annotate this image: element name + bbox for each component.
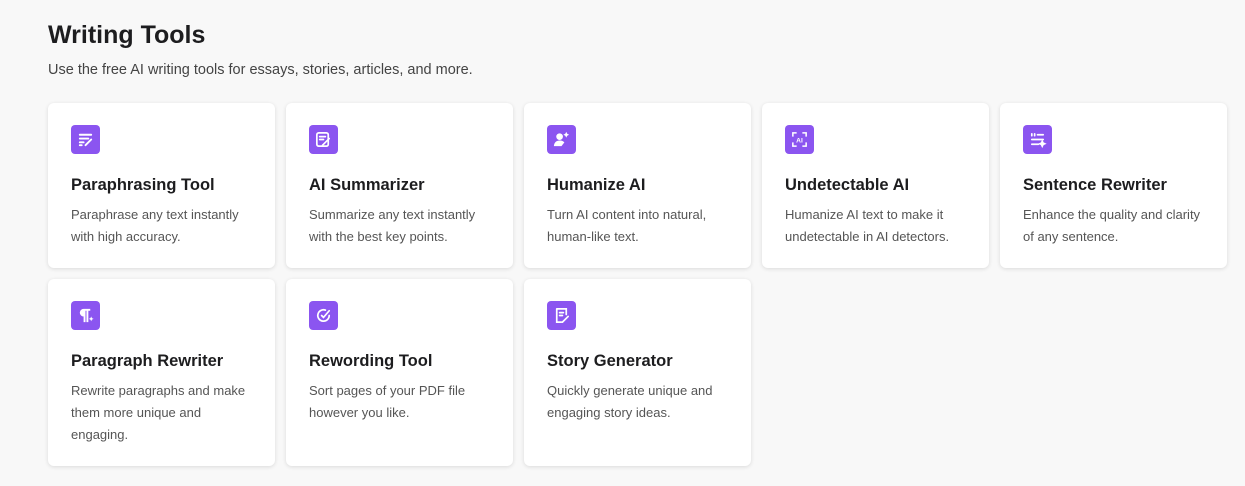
page-title: Writing Tools	[48, 21, 206, 49]
tool-card-story-generator[interactable]: Story Generator Quickly generate unique …	[524, 279, 751, 466]
tool-description: Rewrite paragraphs and make them more un…	[71, 383, 246, 442]
tool-card-undetectable[interactable]: AI Undetectable AI Humanize AI text to m…	[762, 103, 989, 268]
humanize-icon	[547, 125, 576, 154]
svg-text:AI: AI	[796, 137, 803, 144]
paraphrase-icon	[71, 125, 100, 154]
tool-card-paragraph-rewriter[interactable]: Paragraph Rewriter Rewrite paragraphs an…	[48, 279, 275, 466]
tool-title: Paraphrasing Tool	[71, 176, 215, 194]
tool-card-rewording[interactable]: Rewording Tool Sort pages of your PDF fi…	[286, 279, 513, 466]
tool-title: AI Summarizer	[309, 176, 425, 194]
story-icon	[547, 301, 576, 330]
tool-title: Story Generator	[547, 352, 673, 370]
tool-description: Sort pages of your PDF file however you …	[309, 383, 466, 420]
summarizer-icon	[309, 125, 338, 154]
tool-description: Humanize AI text to make it undetectable…	[785, 207, 950, 244]
tool-card-summarizer[interactable]: AI Summarizer Summarize any text instant…	[286, 103, 513, 268]
tool-card-humanize[interactable]: Humanize AI Turn AI content into natural…	[524, 103, 751, 268]
paragraph-icon	[71, 301, 100, 330]
reword-icon	[309, 301, 338, 330]
tool-description: Enhance the quality and clarity of any s…	[1023, 207, 1201, 244]
tool-card-sentence-rewriter[interactable]: Sentence Rewriter Enhance the quality an…	[1000, 103, 1227, 268]
tool-title: Rewording Tool	[309, 352, 433, 370]
header: Writing Tools Use the free AI writing to…	[48, 18, 473, 80]
tool-title: Sentence Rewriter	[1023, 176, 1167, 194]
tool-title: Paragraph Rewriter	[71, 352, 224, 370]
tools-grid: Paraphrasing Tool Paraphrase any text in…	[48, 103, 1227, 466]
ai-scan-icon: AI	[785, 125, 814, 154]
page-subtitle: Use the free AI writing tools for essays…	[48, 62, 473, 78]
tool-title: Undetectable AI	[785, 176, 910, 194]
tool-description: Quickly generate unique and engaging sto…	[547, 383, 713, 420]
tool-description: Turn AI content into natural, human-like…	[547, 207, 707, 244]
tool-description: Paraphrase any text instantly with high …	[71, 207, 239, 244]
tool-card-paraphrasing[interactable]: Paraphrasing Tool Paraphrase any text in…	[48, 103, 275, 268]
tool-title: Humanize AI	[547, 176, 646, 194]
tool-description: Summarize any text instantly with the be…	[309, 207, 476, 244]
sentence-icon	[1023, 125, 1052, 154]
